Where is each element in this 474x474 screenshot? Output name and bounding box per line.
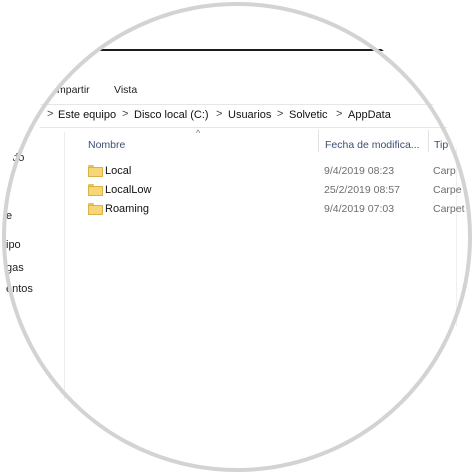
screenshot-frame: mpartir Vista > Este equipo > Disco loca… <box>0 0 474 474</box>
column-header-nombre[interactable]: Nombre <box>88 139 125 151</box>
ribbon-tab-compartir[interactable]: mpartir <box>57 84 90 96</box>
file-type: Carpe <box>433 184 462 196</box>
file-explorer-window: mpartir Vista > Este equipo > Disco loca… <box>0 0 474 474</box>
breadcrumb-este-equipo[interactable]: Este equipo <box>58 109 116 121</box>
breadcrumb-solvetic[interactable]: Solvetic <box>289 109 328 121</box>
breadcrumb-separator-icon: > <box>122 108 129 120</box>
file-date: 9/4/2019 08:23 <box>324 165 395 177</box>
nav-item-descargas[interactable]: gas <box>6 262 24 274</box>
ribbon-tab-vista[interactable]: Vista <box>114 84 137 96</box>
file-date: 9/4/2019 07:03 <box>324 203 395 215</box>
nav-item-equipo[interactable]: ipo <box>6 239 21 251</box>
file-name: Roaming <box>105 203 150 215</box>
file-date: 25/2/2019 08:57 <box>324 184 400 196</box>
file-name: Local <box>105 165 132 177</box>
breadcrumb-disco-local[interactable]: Disco local (C:) <box>134 109 209 121</box>
file-type: Carp <box>433 165 456 177</box>
column-divider[interactable] <box>318 130 319 152</box>
breadcrumb-separator-icon: > <box>336 108 343 120</box>
column-header-fecha[interactable]: Fecha de modifica... <box>325 139 420 151</box>
breadcrumb-separator-icon: > <box>216 108 223 120</box>
title-bar-edge <box>100 49 430 51</box>
breadcrumb-separator-icon: > <box>277 108 284 120</box>
sort-ascending-icon: ^ <box>196 128 201 138</box>
breadcrumb-appdata[interactable]: AppData <box>348 109 391 121</box>
folder-icon <box>88 184 103 196</box>
folder-icon <box>88 203 103 215</box>
column-header-tipo[interactable]: Tip <box>434 139 448 151</box>
folder-icon <box>88 165 103 177</box>
file-type: Carpet <box>433 203 465 215</box>
breadcrumb-separator-icon: > <box>47 108 54 120</box>
column-divider[interactable] <box>428 130 429 152</box>
file-name: LocalLow <box>105 184 152 196</box>
file-row-roaming[interactable]: Roaming 9/4/2019 07:03 Carpet <box>84 201 465 219</box>
file-row-locallow[interactable]: LocalLow 25/2/2019 08:57 Carpe <box>84 182 464 200</box>
breadcrumb-usuarios[interactable]: Usuarios <box>228 109 271 121</box>
nav-item-e[interactable]: e <box>6 210 12 222</box>
nav-item-documentos[interactable]: entos <box>6 283 33 295</box>
nav-item-descargado[interactable]: ado <box>6 152 24 164</box>
file-row-local[interactable]: Local 9/4/2019 08:23 Carp <box>84 163 464 181</box>
navigation-pane-divider <box>64 132 65 432</box>
